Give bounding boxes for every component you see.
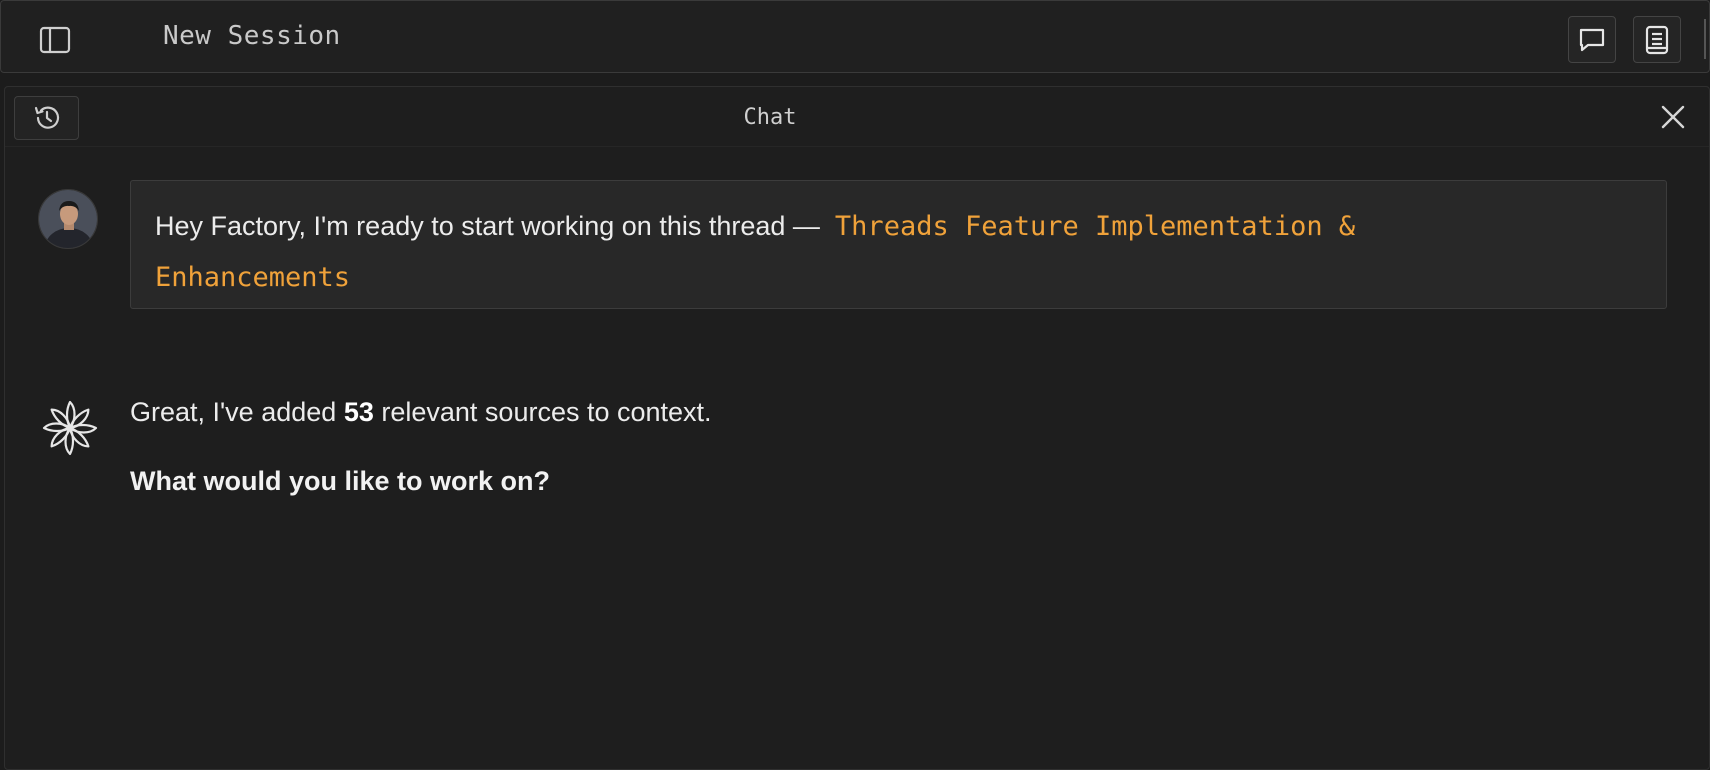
sidebar-toggle-icon bbox=[39, 26, 71, 54]
chat-panel-header: Chat bbox=[5, 87, 1709, 147]
document-icon bbox=[1645, 25, 1669, 54]
chat-bubble-icon bbox=[1579, 28, 1605, 51]
assistant-message: Great, I've added 53 relevant sources to… bbox=[130, 397, 712, 428]
user-avatar bbox=[38, 189, 98, 249]
thread-name-line2: Enhancements bbox=[155, 262, 351, 293]
chat-panel: Chat Hey Factory, I'm ready to start wor… bbox=[4, 86, 1710, 770]
top-bar: New Session bbox=[0, 0, 1710, 73]
topbar-divider bbox=[1704, 19, 1706, 59]
user-message-text: Hey Factory, I'm ready to start working … bbox=[155, 211, 820, 241]
notes-button[interactable] bbox=[1633, 16, 1681, 63]
assistant-message-prefix: Great, I've added bbox=[130, 397, 337, 427]
user-avatar-image bbox=[39, 190, 97, 248]
close-button[interactable] bbox=[1657, 101, 1689, 133]
sidebar-toggle-button[interactable] bbox=[35, 23, 75, 57]
factory-logo-icon bbox=[41, 399, 99, 457]
thread-name-line1: Threads Feature Implementation & bbox=[834, 211, 1356, 242]
session-title[interactable]: New Session bbox=[163, 21, 341, 51]
assistant-message-suffix: relevant sources to context. bbox=[381, 397, 712, 427]
assistant-question: What would you like to work on? bbox=[130, 466, 550, 496]
panel-title: Chat bbox=[743, 105, 797, 130]
chat-button[interactable] bbox=[1568, 16, 1616, 63]
source-count: 53 bbox=[343, 397, 374, 427]
close-icon bbox=[1661, 105, 1685, 129]
user-message: Hey Factory, I'm ready to start working … bbox=[130, 180, 1667, 309]
